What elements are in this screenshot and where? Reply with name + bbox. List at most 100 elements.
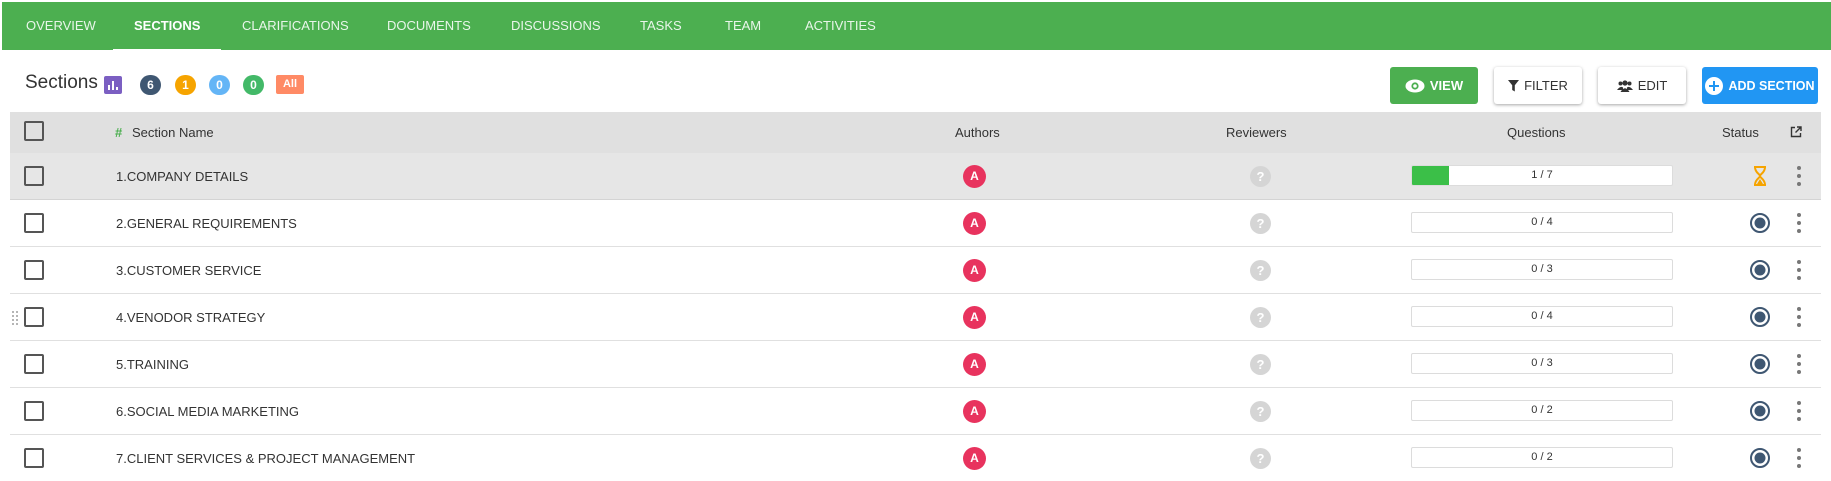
questions-progress-bar: 0 / 2	[1411, 447, 1673, 468]
bar-chart-icon[interactable]	[104, 76, 122, 94]
edit-button-label: EDIT	[1637, 78, 1668, 93]
author-avatar[interactable]: A	[963, 259, 986, 282]
author-avatar[interactable]: A	[963, 212, 986, 235]
questions-progress-bar: 0 / 4	[1411, 306, 1673, 327]
tab-clarifications[interactable]: Clarifications	[242, 2, 349, 50]
table-row[interactable]: 2.GENERAL REQUIREMENTS A? 0 / 4	[10, 200, 1821, 247]
more-options-icon[interactable]	[1794, 400, 1804, 422]
count-badge-in-progress[interactable]: 1	[175, 75, 196, 95]
hourglass-icon[interactable]	[1749, 165, 1771, 187]
more-options-icon[interactable]	[1794, 306, 1804, 328]
page-title: Sections	[25, 72, 98, 93]
top-nav: Overview Sections Clarifications Documen…	[2, 2, 1831, 51]
author-avatar[interactable]: A	[963, 165, 986, 188]
reviewer-question-icon[interactable]: ?	[1250, 213, 1271, 234]
column-header-questions: Questions	[1507, 125, 1566, 140]
row-checkbox[interactable]	[24, 260, 44, 280]
section-name[interactable]: 4.VENODOR STRATEGY	[116, 294, 265, 341]
tab-tasks[interactable]: Tasks	[640, 2, 682, 50]
section-name[interactable]: 5.TRAINING	[116, 341, 189, 388]
external-link-icon[interactable]	[1790, 126, 1802, 138]
table-row[interactable]: 7.CLIENT SERVICES & PROJECT MANAGEMENT A?…	[10, 435, 1821, 481]
tab-documents[interactable]: Documents	[387, 2, 471, 50]
add-section-button-label: ADD SECTION	[1728, 78, 1815, 93]
questions-progress-bar: 1 / 7	[1411, 165, 1673, 186]
radio-status-icon[interactable]	[1749, 353, 1771, 375]
svg-text:?: ?	[1257, 357, 1265, 372]
radio-status-icon[interactable]	[1749, 212, 1771, 234]
author-avatar[interactable]: A	[963, 306, 986, 329]
more-options-icon[interactable]	[1794, 259, 1804, 281]
section-name[interactable]: 7.CLIENT SERVICES & PROJECT MANAGEMENT	[116, 435, 415, 481]
section-name[interactable]: 2.GENERAL REQUIREMENTS	[116, 200, 297, 247]
row-checkbox[interactable]	[24, 354, 44, 374]
filter-button[interactable]: FILTER	[1494, 67, 1582, 104]
tab-discussions[interactable]: Discussions	[511, 2, 601, 50]
table-row[interactable]: 3.CUSTOMER SERVICE A? 0 / 3	[10, 247, 1821, 294]
section-name[interactable]: 1.COMPANY DETAILS	[116, 153, 248, 200]
table-header: # Section Name Authors Reviewers Questio…	[10, 112, 1821, 153]
view-button-label: VIEW	[1429, 78, 1464, 93]
row-checkbox[interactable]	[24, 213, 44, 233]
questions-count: 1 / 7	[1531, 169, 1553, 181]
users-icon	[1616, 79, 1633, 92]
select-all-checkbox[interactable]	[24, 121, 44, 141]
drag-handle-icon[interactable]	[12, 311, 18, 325]
section-name[interactable]: 6.SOCIAL MEDIA MARKETING	[116, 388, 299, 435]
reviewer-question-icon[interactable]: ?	[1250, 354, 1271, 375]
count-badge-total[interactable]: 6	[140, 75, 161, 95]
questions-count: 0 / 4	[1531, 310, 1553, 322]
row-checkbox[interactable]	[24, 448, 44, 468]
add-section-button[interactable]: ADD SECTION	[1702, 67, 1818, 104]
row-checkbox[interactable]	[24, 401, 44, 421]
more-options-icon[interactable]	[1794, 447, 1804, 469]
questions-progress-bar: 0 / 3	[1411, 259, 1673, 280]
tab-sections[interactable]: Sections	[134, 2, 200, 50]
section-name[interactable]: 3.CUSTOMER SERVICE	[116, 247, 261, 294]
edit-button[interactable]: EDIT	[1598, 67, 1686, 104]
all-filter-badge[interactable]: All	[276, 75, 304, 94]
tab-team[interactable]: Team	[725, 2, 761, 50]
tab-overview[interactable]: Overview	[26, 2, 96, 50]
reviewer-question-icon[interactable]: ?	[1250, 307, 1271, 328]
author-avatar[interactable]: A	[963, 400, 986, 423]
svg-text:?: ?	[1257, 216, 1265, 231]
radio-status-icon[interactable]	[1749, 306, 1771, 328]
tab-activities[interactable]: Activities	[805, 2, 876, 50]
reviewer-question-icon[interactable]: ?	[1250, 401, 1271, 422]
column-header-section-name[interactable]: Section Name	[132, 112, 214, 153]
radio-status-icon[interactable]	[1749, 400, 1771, 422]
radio-status-icon[interactable]	[1749, 447, 1771, 469]
questions-count: 0 / 3	[1531, 357, 1553, 369]
active-tab-indicator	[113, 49, 221, 51]
questions-count: 0 / 4	[1531, 216, 1553, 228]
more-options-icon[interactable]	[1794, 353, 1804, 375]
questions-progress-bar: 0 / 2	[1411, 400, 1673, 421]
row-checkbox[interactable]	[24, 307, 44, 327]
more-options-icon[interactable]	[1794, 212, 1804, 234]
svg-text:?: ?	[1257, 169, 1265, 184]
reviewer-question-icon[interactable]: ?	[1250, 260, 1271, 281]
table-row[interactable]: 4.VENODOR STRATEGY A? 0 / 4	[10, 294, 1821, 341]
column-header-authors: Authors	[955, 125, 1000, 140]
view-button[interactable]: VIEW	[1390, 67, 1478, 104]
row-checkbox[interactable]	[24, 166, 44, 186]
table-row[interactable]: 6.SOCIAL MEDIA MARKETING A? 0 / 2	[10, 388, 1821, 435]
more-options-icon[interactable]	[1794, 165, 1804, 187]
radio-status-icon[interactable]	[1749, 259, 1771, 281]
author-avatar[interactable]: A	[963, 447, 986, 470]
svg-text:?: ?	[1257, 310, 1265, 325]
count-badge-complete[interactable]: 0	[243, 75, 264, 95]
questions-progress-bar: 0 / 3	[1411, 353, 1673, 374]
author-avatar[interactable]: A	[963, 353, 986, 376]
svg-text:?: ?	[1257, 404, 1265, 419]
questions-count: 0 / 3	[1531, 263, 1553, 275]
reviewer-question-icon[interactable]: ?	[1250, 448, 1271, 469]
count-badge-pending[interactable]: 0	[209, 75, 230, 95]
reviewer-question-icon[interactable]: ?	[1250, 166, 1271, 187]
table-row[interactable]: 5.TRAINING A? 0 / 3	[10, 341, 1821, 388]
table-row[interactable]: 1.COMPANY DETAILS A? 1 / 7	[10, 153, 1821, 200]
questions-progress-bar: 0 / 4	[1411, 212, 1673, 233]
eye-icon	[1405, 79, 1425, 92]
filter-icon	[1508, 79, 1520, 91]
